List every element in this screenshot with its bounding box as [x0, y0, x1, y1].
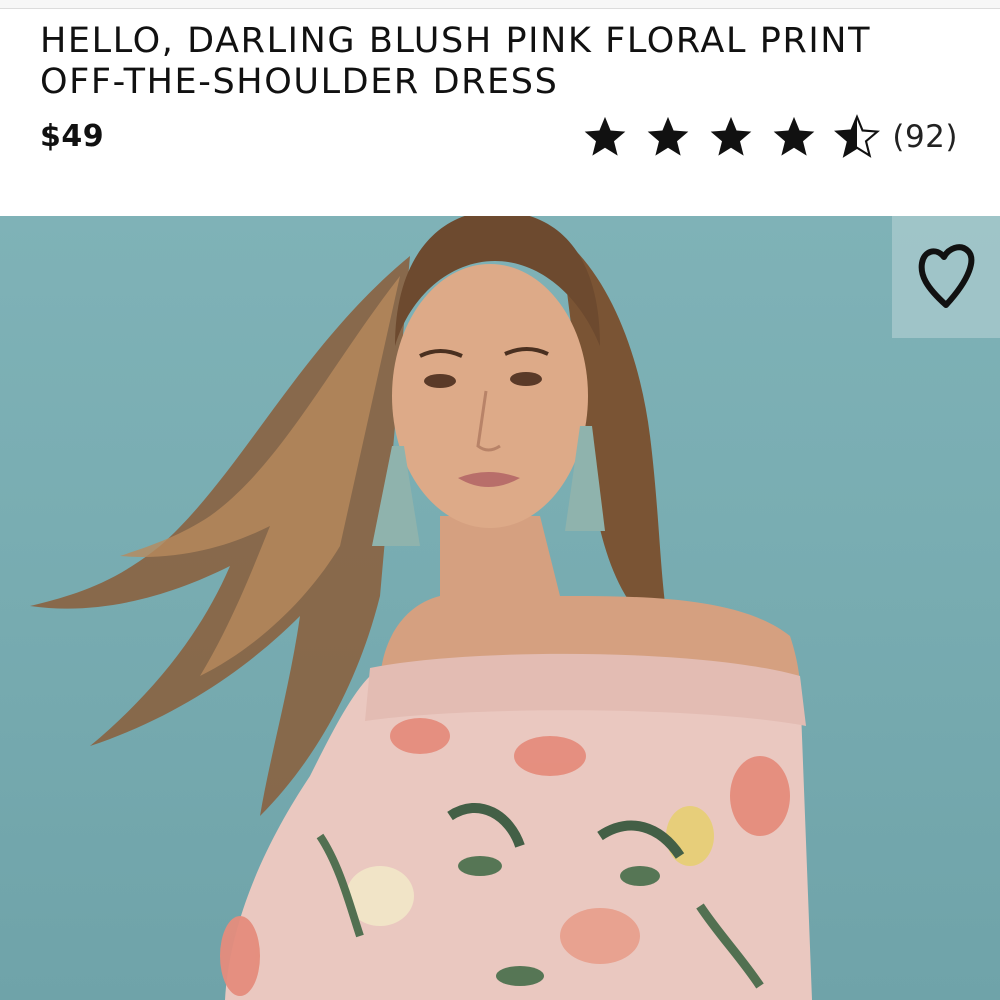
star-full-icon	[648, 116, 689, 156]
wishlist-button[interactable]	[892, 216, 1000, 338]
heart-outline-icon	[918, 244, 975, 308]
review-count[interactable]: (92)	[892, 119, 958, 155]
star-full-icon	[774, 116, 815, 156]
product-title: HELLO, DARLING BLUSH PINK FLORAL PRINT O…	[40, 21, 872, 102]
model-illustration	[30, 216, 812, 1000]
product-price: $49	[40, 119, 105, 154]
star-full-icon	[711, 116, 752, 156]
star-full-icon	[585, 116, 626, 156]
browser-top-edge	[0, 0, 1000, 9]
product-image[interactable]	[0, 216, 1000, 1000]
product-page: HELLO, DARLING BLUSH PINK FLORAL PRINT O…	[0, 0, 1000, 1000]
star-half-icon	[834, 114, 881, 158]
product-header: HELLO, DARLING BLUSH PINK FLORAL PRINT O…	[0, 9, 1000, 215]
product-rating[interactable]: (92)	[582, 112, 958, 162]
